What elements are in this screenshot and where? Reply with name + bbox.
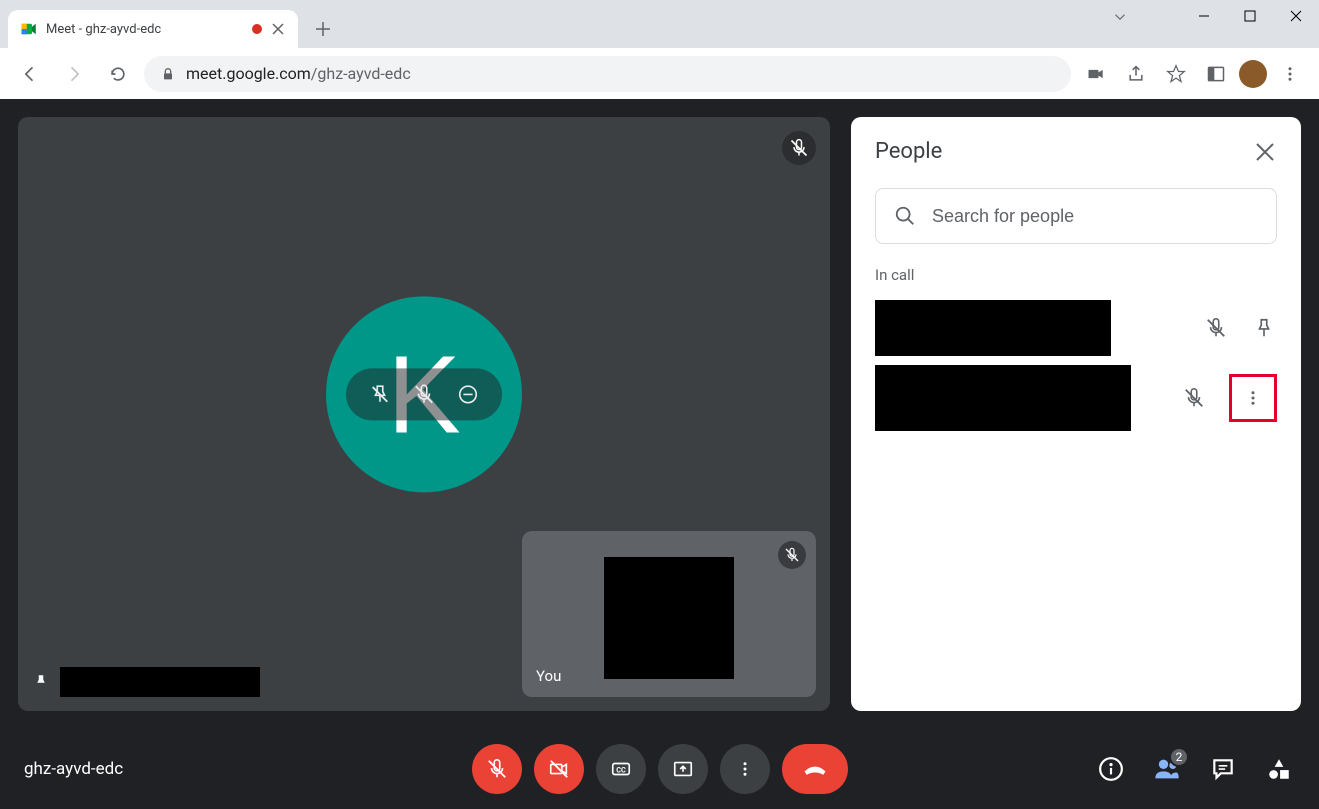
- panel-close-button[interactable]: [1253, 140, 1277, 164]
- share-button[interactable]: [1119, 57, 1153, 91]
- tab-title: Meet - ghz-ayvd-edc: [46, 22, 244, 37]
- people-panel: People In call: [851, 117, 1301, 711]
- more-vert-icon: [1244, 389, 1262, 407]
- section-label: In call: [875, 266, 1277, 284]
- back-button[interactable]: [12, 56, 48, 92]
- minimize-button[interactable]: [1181, 0, 1227, 32]
- meet-favicon-icon: [20, 20, 38, 38]
- browser-tab[interactable]: Meet - ghz-ayvd-edc: [8, 10, 298, 48]
- reload-button[interactable]: [100, 56, 136, 92]
- forward-button[interactable]: [56, 56, 92, 92]
- self-video-redacted: [604, 557, 734, 679]
- window-controls: [1181, 0, 1319, 40]
- mute-person-button[interactable]: [1203, 315, 1229, 341]
- person-row: [875, 298, 1277, 358]
- mute-person-button[interactable]: [1181, 385, 1207, 411]
- participant-muted-icon: [782, 131, 816, 165]
- end-call-button[interactable]: [782, 744, 848, 794]
- tab-search-button[interactable]: [1111, 8, 1129, 26]
- tab-bar: Meet - ghz-ayvd-edc: [0, 0, 1319, 48]
- call-controls: CC: [472, 744, 848, 794]
- search-input[interactable]: [932, 206, 1258, 227]
- pin-person-button[interactable]: [1251, 315, 1277, 341]
- camera-indicator-icon[interactable]: [1079, 57, 1113, 91]
- self-video-tile[interactable]: You: [522, 531, 816, 697]
- person-row: [875, 368, 1277, 428]
- search-icon: [894, 205, 916, 227]
- pin-tile-button[interactable]: [368, 382, 392, 406]
- browser-chrome: Meet - ghz-ayvd-edc meet.google.com/ghz-…: [0, 0, 1319, 99]
- tile-hover-controls: [346, 368, 502, 420]
- person-name-redacted: [875, 365, 1131, 431]
- participant-name-area: [32, 667, 260, 697]
- url-path: /ghz-ayvd-edc: [311, 64, 411, 83]
- self-label: You: [536, 667, 561, 685]
- svg-text:CC: CC: [616, 766, 626, 775]
- bottom-bar: ghz-ayvd-edc CC: [0, 729, 1319, 809]
- lock-icon: [160, 66, 176, 82]
- person-name-redacted: [875, 300, 1111, 356]
- captions-button[interactable]: CC: [596, 744, 646, 794]
- chat-button[interactable]: [1207, 753, 1239, 785]
- more-options-button[interactable]: [720, 744, 770, 794]
- main-video-tile[interactable]: K You: [18, 117, 830, 711]
- meeting-code: ghz-ayvd-edc: [24, 759, 123, 779]
- people-count-badge: 2: [1169, 747, 1189, 767]
- person-more-options-highlighted[interactable]: [1229, 374, 1277, 422]
- bookmark-button[interactable]: [1159, 57, 1193, 91]
- participant-avatar: K: [326, 296, 522, 492]
- meeting-details-button[interactable]: [1095, 753, 1127, 785]
- remove-participant-button[interactable]: [456, 382, 480, 406]
- url-field[interactable]: meet.google.com/ghz-ayvd-edc: [144, 56, 1071, 92]
- maximize-button[interactable]: [1227, 0, 1273, 32]
- mute-participant-button[interactable]: [412, 382, 436, 406]
- side-panel-button[interactable]: [1199, 57, 1233, 91]
- address-bar: meet.google.com/ghz-ayvd-edc: [0, 48, 1319, 99]
- pin-icon: [32, 673, 50, 691]
- search-box[interactable]: [875, 188, 1277, 244]
- profile-avatar[interactable]: [1239, 60, 1267, 88]
- toggle-camera-button[interactable]: [534, 744, 584, 794]
- panel-title: People: [875, 139, 942, 164]
- url-domain: meet.google.com: [186, 64, 311, 83]
- tab-close-button[interactable]: [270, 21, 286, 37]
- recording-indicator-icon: [252, 24, 262, 34]
- new-tab-button[interactable]: [308, 14, 338, 44]
- close-window-button[interactable]: [1273, 0, 1319, 32]
- people-button[interactable]: 2: [1151, 753, 1183, 785]
- self-muted-icon: [778, 541, 806, 569]
- meet-app: K You People: [0, 99, 1319, 809]
- chrome-menu-button[interactable]: [1273, 57, 1307, 91]
- toggle-mic-button[interactable]: [472, 744, 522, 794]
- present-button[interactable]: [658, 744, 708, 794]
- side-controls: 2: [1095, 753, 1295, 785]
- activities-button[interactable]: [1263, 753, 1295, 785]
- participant-name-redacted: [60, 667, 260, 697]
